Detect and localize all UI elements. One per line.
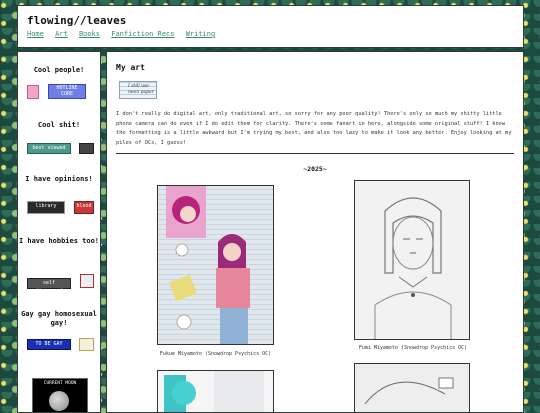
artwork-fukue-drawing	[166, 186, 250, 344]
sidebar-heading-gay: Gay gay homosexual gay!	[21, 310, 97, 327]
artwork-third-drawing	[164, 371, 264, 412]
sidebar-heading-opinions: I have opinions!	[25, 175, 93, 183]
current-moon-widget: CURRENT MOON	[32, 378, 88, 412]
badge-no-symbol[interactable]	[80, 274, 94, 288]
year-heading: ~2025~	[303, 165, 327, 173]
badge-library[interactable]: library	[27, 201, 65, 214]
sidebar-heading-cool-shit: Cool shit!	[37, 121, 81, 129]
artwork-fumi[interactable]	[354, 180, 470, 340]
friend-button-hotline[interactable]: HOTLINE CORE	[48, 84, 86, 99]
artwork-fourth[interactable]	[354, 363, 470, 412]
artwork-fukue[interactable]	[157, 185, 274, 345]
badge-self-diagnosed[interactable]: self diagnosed	[27, 278, 71, 294]
badge-blood[interactable]: blood	[74, 201, 94, 214]
artwork-fourth-drawing	[364, 377, 454, 405]
site-title: flowing//leaves	[27, 14, 127, 27]
sidebar-heading-hobbies: I have hobbies too!	[18, 237, 100, 245]
nav-home[interactable]: Home	[27, 30, 44, 38]
nav-bar: Home Art Books Fanfiction Recs Writing	[27, 30, 222, 38]
artwork-fukue-caption: Fukue Miyamoto (Snowdrop Psychics OC)	[159, 351, 272, 357]
nav-books[interactable]: Books	[79, 30, 100, 38]
artwork-fumi-drawing	[374, 197, 452, 339]
site-header: flowing//leaves Home Art Books Fanfictio…	[17, 5, 524, 48]
artwork-fumi-caption: Fumi Miyamoto (Snowdrop Psychics OC)	[358, 345, 468, 351]
badge-best-viewed[interactable]: best viewed	[27, 143, 71, 154]
sidebar: Cool people! HOTLINE CORE Cool shit! bes…	[17, 51, 101, 413]
nav-writing[interactable]: Writing	[186, 30, 216, 38]
badge-small-grey[interactable]	[79, 143, 94, 154]
moon-icon	[49, 391, 69, 411]
badge-yellow-note[interactable]	[79, 338, 94, 351]
friend-button-pink[interactable]	[27, 85, 39, 99]
nav-fanfiction-recs[interactable]: Fanfiction Recs	[111, 30, 174, 38]
intro-text: I don't really do digital art, only trad…	[116, 111, 512, 146]
divider	[116, 153, 514, 154]
main-content: My art I still use neon paper I don't re…	[106, 51, 524, 413]
sidebar-heading-cool-people: Cool people!	[33, 66, 85, 74]
moon-label: CURRENT MOON	[43, 381, 77, 386]
page-title: My art	[116, 63, 145, 72]
badge-to-be-gay[interactable]: TO BE GAY	[27, 339, 71, 350]
artwork-third[interactable]	[157, 370, 274, 412]
nav-art[interactable]: Art	[55, 30, 68, 38]
neon-paper-stamp: I still use neon paper	[119, 81, 157, 99]
